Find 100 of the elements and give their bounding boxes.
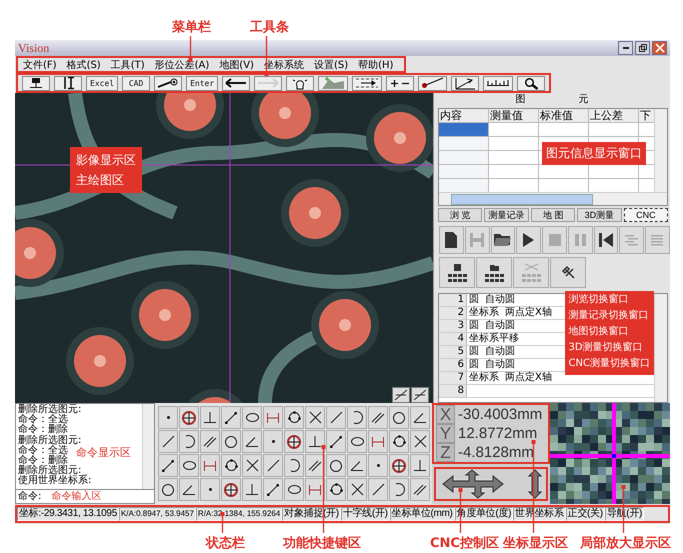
measure-tool-button[interactable]: [242, 478, 262, 501]
panel-tab[interactable]: 测量记录: [484, 208, 529, 222]
record-name[interactable]: 两点定X轴: [499, 307, 552, 319]
measure-tool-button[interactable]: [410, 406, 430, 429]
record-type[interactable]: 坐标系: [467, 372, 499, 384]
panel-tab[interactable]: 3D测量: [577, 208, 622, 222]
toolbar-button[interactable]: [418, 76, 448, 90]
measure-tool-button[interactable]: [179, 478, 199, 501]
measure-tool-button[interactable]: [200, 430, 220, 453]
measure-tool-button[interactable]: [284, 430, 304, 453]
measure-tool-button[interactable]: [326, 406, 346, 429]
panel-tab[interactable]: 地 图: [530, 208, 576, 222]
table-cell[interactable]: [439, 151, 489, 165]
toolbar-button[interactable]: CAD: [122, 76, 150, 90]
z-jog-arrows-icon[interactable]: [528, 469, 542, 499]
minimize-button[interactable]: [618, 41, 633, 55]
record-type[interactable]: 坐标系平移: [467, 333, 519, 345]
view-button[interactable]: [411, 387, 429, 403]
record-name[interactable]: 自动圆: [479, 294, 515, 306]
record-type[interactable]: 圆: [467, 294, 479, 306]
tool-button[interactable]: [516, 226, 542, 254]
tool-button[interactable]: [490, 226, 516, 254]
measure-tool-button[interactable]: [179, 430, 199, 453]
measure-tool-button[interactable]: [347, 478, 367, 501]
menu-item[interactable]: 格式(S): [62, 58, 106, 72]
tool-button[interactable]: [550, 257, 586, 288]
record-type[interactable]: 圆: [467, 359, 479, 371]
table-cell[interactable]: [439, 165, 489, 179]
measure-tool-button[interactable]: [200, 406, 220, 429]
measure-tool-button[interactable]: [242, 406, 262, 429]
measure-tool-button[interactable]: [410, 454, 430, 477]
measure-tool-button[interactable]: [263, 454, 283, 477]
measure-tool-button[interactable]: [347, 430, 367, 453]
measure-tool-button[interactable]: [242, 430, 262, 453]
panel-tab[interactable]: 浏 览: [438, 208, 482, 222]
record-name[interactable]: 两点定X轴: [499, 372, 552, 384]
measure-tool-button[interactable]: [326, 430, 346, 453]
table-cell[interactable]: [439, 123, 489, 137]
tool-button[interactable]: [439, 257, 475, 288]
toolbar-button[interactable]: Enter: [186, 76, 218, 90]
table-cell[interactable]: [439, 137, 489, 151]
measure-tool-button[interactable]: [158, 478, 178, 501]
measure-tool-button[interactable]: [179, 454, 199, 477]
measure-tool-button[interactable]: [305, 454, 325, 477]
measure-tool-button[interactable]: [389, 454, 409, 477]
horizontal-scrollbar[interactable]: [439, 192, 667, 205]
restore-button[interactable]: [635, 41, 650, 55]
toolbar-button[interactable]: [54, 76, 82, 90]
record-type[interactable]: 圆: [467, 346, 479, 358]
measure-tool-button[interactable]: [179, 406, 199, 429]
menu-item[interactable]: 设置(S): [308, 58, 354, 72]
measure-tool-button[interactable]: [284, 454, 304, 477]
measure-tool-button[interactable]: [326, 478, 346, 501]
menu-item[interactable]: 地图(V): [214, 58, 259, 72]
toolbar-button[interactable]: [22, 76, 50, 90]
tool-button[interactable]: [439, 226, 464, 254]
toolbar-button[interactable]: [386, 76, 414, 90]
measure-tool-button[interactable]: [368, 478, 388, 501]
measure-tool-button[interactable]: [389, 430, 409, 453]
measure-tool-button[interactable]: [389, 478, 409, 501]
measure-tool-button[interactable]: [284, 406, 304, 429]
measure-tool-button[interactable]: [242, 454, 262, 477]
measure-tool-button[interactable]: [410, 478, 430, 501]
measure-tool-button[interactable]: [389, 406, 409, 429]
measure-tool-button[interactable]: [410, 430, 430, 453]
vertical-scrollbar[interactable]: [654, 109, 667, 192]
toolbar-button[interactable]: [154, 76, 182, 90]
record-name[interactable]: 自动圆: [479, 346, 515, 358]
record-name[interactable]: 自动圆: [479, 320, 515, 332]
measure-tool-button[interactable]: [221, 478, 241, 501]
measure-tool-button[interactable]: [305, 430, 325, 453]
close-button[interactable]: [652, 41, 667, 55]
measure-tool-button[interactable]: [221, 454, 241, 477]
toolbar-button[interactable]: [222, 76, 250, 90]
measure-tool-button[interactable]: [221, 406, 241, 429]
measure-tool-button[interactable]: [158, 454, 178, 477]
toolbar-button[interactable]: [517, 76, 546, 90]
menu-item[interactable]: 帮助(H): [353, 58, 398, 72]
command-input[interactable]: 命令: 命令输入区: [16, 489, 154, 503]
measure-tool-button[interactable]: [284, 478, 304, 501]
record-type[interactable]: 圆: [467, 320, 479, 332]
view-button[interactable]: [392, 387, 410, 403]
measure-tool-button[interactable]: [221, 430, 241, 453]
record-type[interactable]: 坐标系: [467, 307, 499, 319]
vertical-scrollbar[interactable]: [142, 404, 154, 489]
record-name[interactable]: 自动圆: [479, 359, 515, 371]
toolbar-button[interactable]: [451, 76, 480, 90]
table-cell[interactable]: [439, 179, 489, 192]
menu-item[interactable]: 工具(T): [106, 58, 150, 72]
menu-item[interactable]: 文件(F): [18, 58, 62, 72]
toolbar-button[interactable]: Excel: [86, 76, 118, 90]
measure-tool-button[interactable]: [326, 454, 346, 477]
toolbar-button[interactable]: [286, 76, 314, 90]
tool-button[interactable]: [476, 257, 512, 288]
tool-button[interactable]: [594, 226, 618, 254]
measure-tool-button[interactable]: [158, 430, 178, 453]
vertical-scrollbar[interactable]: [654, 294, 667, 402]
panel-tab[interactable]: CNC: [624, 208, 668, 222]
measure-tool-button[interactable]: [305, 406, 325, 429]
measure-tool-button[interactable]: [368, 406, 388, 429]
